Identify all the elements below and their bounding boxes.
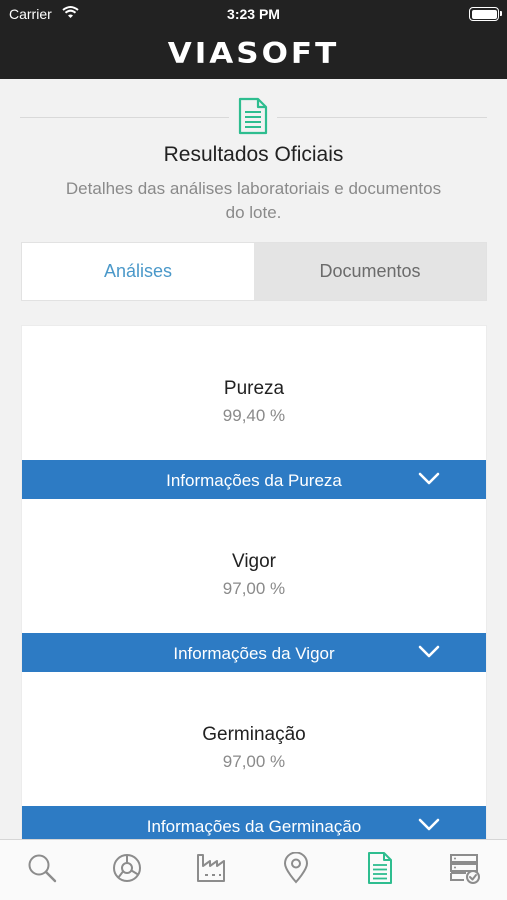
server-check-icon (449, 852, 481, 889)
info-vigor-button[interactable]: Informações da Vigor (22, 633, 486, 672)
tab-dashboard[interactable] (85, 840, 170, 900)
tab-production[interactable] (169, 840, 254, 900)
analysis-value: 99,40 % (222, 406, 286, 425)
analysis-name: Vigor (231, 551, 276, 572)
info-bar-label: Informações da Germinação (146, 817, 362, 836)
analysis-name: Germinação (202, 724, 306, 745)
location-pin-icon (283, 851, 309, 889)
analysis-card-pureza: Pureza 99,40 % Informações da Pureza (21, 325, 487, 499)
info-germinacao-button[interactable]: Informações da Germinação (22, 806, 486, 839)
tab-documents[interactable] (338, 840, 423, 900)
status-bar: Carrier 3:23 PM (0, 0, 507, 28)
analysis-value: 97,00 % (222, 579, 286, 598)
pie-chart-icon (111, 852, 143, 889)
chevron-down-icon (418, 817, 440, 837)
analysis-card-germinacao: Germinação 97,00 % Informações da Germin… (21, 672, 487, 839)
document-icon (367, 851, 393, 890)
analysis-list: Pureza 99,40 % Informações da Pureza Vig… (21, 325, 487, 839)
page-subtitle: Detalhes das análises laboratoriais e do… (65, 179, 442, 222)
analysis-name: Pureza (223, 378, 285, 399)
main-content[interactable]: Resultados Oficiais Detalhes das análise… (0, 79, 507, 839)
tab-location[interactable] (254, 840, 339, 900)
chevron-down-icon (418, 644, 440, 664)
info-bar-label: Informações da Vigor (173, 644, 335, 663)
info-pureza-button[interactable]: Informações da Pureza (22, 460, 486, 499)
info-bar-label: Informações da Pureza (166, 471, 342, 490)
bottom-tab-bar (0, 839, 507, 900)
status-time: 3:23 PM (227, 6, 280, 22)
chevron-down-icon (418, 471, 440, 491)
factory-icon (195, 852, 227, 889)
tab-status[interactable] (423, 840, 507, 900)
brand-logo: VIASOFT (167, 37, 340, 71)
document-icon (229, 94, 277, 138)
tab-analises[interactable]: Análises (22, 243, 254, 300)
page-title: Resultados Oficiais (163, 143, 344, 166)
analysis-card-vigor: Vigor 97,00 % Informações da Vigor (21, 499, 487, 672)
tab-documentos[interactable]: Documentos (254, 243, 486, 300)
segmented-tabs: Análises Documentos (21, 242, 487, 301)
battery-icon (469, 7, 502, 21)
app-header: VIASOFT (0, 28, 507, 79)
analysis-value: 97,00 % (222, 752, 286, 771)
search-icon (27, 853, 57, 888)
tab-search[interactable] (0, 840, 85, 900)
